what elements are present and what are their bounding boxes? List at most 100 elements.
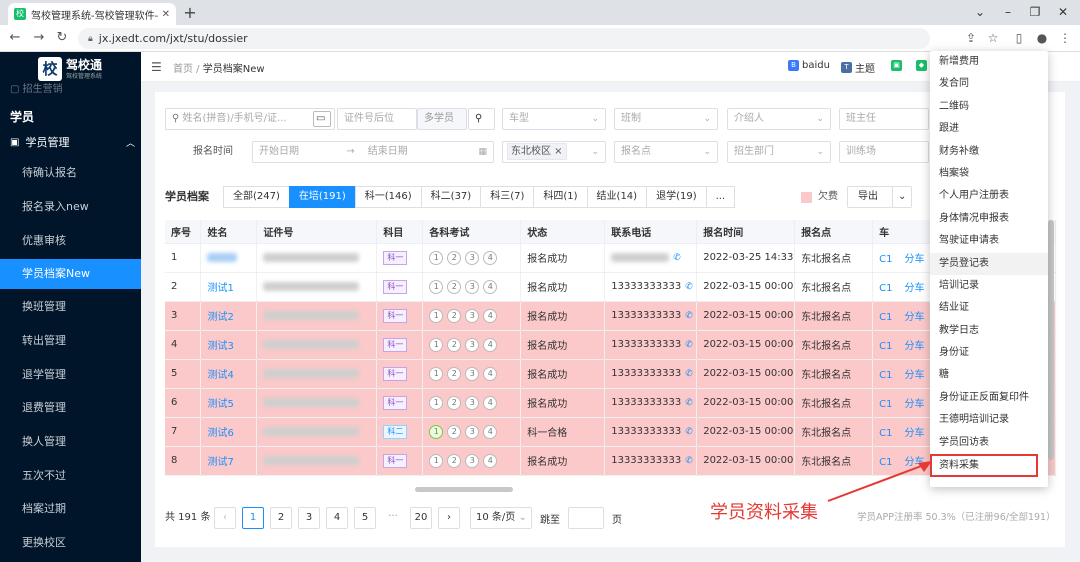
table-row[interactable]: 4 测试3 科一 1234 报名成功 13333333333 ✆ 2022-03-… — [165, 330, 1056, 360]
menu-item[interactable]: 跟进 — [930, 118, 1048, 140]
tab-subject3[interactable]: 科三(7) — [480, 186, 535, 208]
menu-item[interactable]: 教学日志 — [930, 320, 1048, 342]
assign-car-link[interactable]: 分车 — [905, 254, 925, 265]
assign-car-link[interactable]: 分车 — [905, 341, 925, 352]
new-tab-button[interactable]: + — [180, 3, 200, 23]
student-name-link[interactable]: 测试7 — [207, 457, 233, 468]
table-row[interactable]: 5 测试4 科一 1234 报名成功 13333333333 ✆ 2022-03-… — [165, 359, 1056, 389]
address-bar[interactable]: 🔒︎ jx.jxedt.com/jxt/stu/dossier — [78, 28, 930, 49]
menu-item[interactable]: 学员回访表 — [930, 432, 1048, 454]
phone-icon[interactable]: ✆ — [685, 340, 693, 350]
export-button[interactable]: 导出 — [847, 186, 893, 208]
sidebar-item[interactable]: 待确认报名 — [0, 158, 141, 188]
student-name-link[interactable]: 测试3 — [207, 341, 233, 352]
multi-student-button[interactable]: 多学员 — [417, 108, 467, 130]
phone-icon[interactable]: ✆ — [685, 369, 693, 379]
introducer-select[interactable]: 介绍人 ⌄ — [727, 108, 831, 130]
menu-item[interactable]: 糖 — [930, 364, 1048, 386]
menu-item[interactable]: 学员登记表 — [930, 252, 1048, 275]
student-name-link[interactable]: 测试1 — [207, 283, 233, 294]
tab-subject4[interactable]: 科四(1) — [533, 186, 588, 208]
training-field-select[interactable]: 训练场 — [839, 141, 929, 163]
vertical-scrollbar[interactable] — [1048, 220, 1054, 460]
student-name-link[interactable]: 测试4 — [207, 370, 233, 381]
page-size-select[interactable]: 10 条/页 ⌄ — [470, 507, 532, 529]
minimize-button[interactable]: – — [993, 3, 1023, 21]
menu-item[interactable]: 身体情况申报表 — [930, 208, 1048, 230]
menu-item[interactable]: 结业证 — [930, 297, 1048, 319]
table-row[interactable]: 1 科一 1234 报名成功 ✆ 2022-03-25 14:33 东北报名点 … — [165, 243, 1056, 273]
student-name-link[interactable]: 测试5 — [207, 399, 233, 410]
phone-icon[interactable]: ✆ — [673, 253, 681, 263]
car-type-select[interactable]: 车型 ⌄ — [502, 108, 606, 130]
menu-item[interactable]: 身份证 — [930, 342, 1048, 364]
assign-car-link[interactable]: 分车 — [905, 428, 925, 439]
sidebar-item[interactable]: 换人管理 — [0, 427, 141, 457]
close-window-button[interactable]: ✕ — [1048, 3, 1078, 21]
phone-icon[interactable]: ✆ — [685, 456, 693, 466]
menu-item[interactable]: 身份证正反面复印件 — [930, 387, 1048, 409]
tab-training[interactable]: 在培(191) — [288, 186, 356, 208]
sidebar-item[interactable]: 换班管理 — [0, 292, 141, 322]
campus-select[interactable]: 东北校区 × ⌄ — [502, 141, 606, 163]
sidebar-item[interactable]: 五次不过 — [0, 461, 141, 491]
tab-subject1[interactable]: 科一(146) — [354, 186, 422, 208]
phone-icon[interactable]: ✆ — [685, 427, 693, 437]
sidebar-item[interactable]: 更换校区 — [0, 528, 141, 558]
sidebar-item[interactable]: 转出管理 — [0, 326, 141, 356]
forward-icon[interactable]: → — [30, 29, 48, 47]
green-app-button[interactable]: ▣ — [891, 60, 905, 71]
menu-item[interactable]: 二维码 — [930, 96, 1048, 118]
phone-icon[interactable]: ✆ — [685, 282, 693, 292]
profile-icon[interactable]: ● — [1033, 29, 1051, 47]
page-ellipsis[interactable]: ··· — [382, 507, 404, 529]
menu-icon[interactable]: ⋮ — [1056, 29, 1074, 47]
date-range-input[interactable]: 开始日期 → 结束日期 ▦ — [252, 141, 494, 163]
reg-point-select[interactable]: 报名点 ⌄ — [614, 141, 718, 163]
page-button[interactable]: 5 — [354, 507, 376, 529]
menu-item[interactable]: 个人用户注册表 — [930, 185, 1048, 207]
reload-icon[interactable]: ↻ — [53, 29, 71, 47]
goto-input[interactable] — [568, 507, 604, 529]
tab-graduated[interactable]: 结业(14) — [586, 186, 648, 208]
tab-all[interactable]: 全部(247) — [223, 186, 290, 208]
table-row[interactable]: 6 测试5 科一 1234 报名成功 13333333333 ✆ 2022-03-… — [165, 388, 1056, 418]
menu-item[interactable]: 驾驶证申请表 — [930, 230, 1048, 252]
id-card-icon[interactable]: ▭ — [313, 111, 331, 127]
hamburger-icon[interactable]: ☰ — [151, 60, 162, 74]
page-button[interactable]: 20 — [410, 507, 432, 529]
phone-icon[interactable]: ✆ — [685, 311, 693, 321]
menu-item[interactable]: 新增费用 — [930, 51, 1048, 73]
sidebar-item[interactable]: 退费管理 — [0, 393, 141, 423]
class-type-select[interactable]: 班制 ⌄ — [614, 108, 718, 130]
sidebar-item[interactable]: 退学管理 — [0, 360, 141, 390]
search-icon[interactable]: ⚲ — [468, 108, 495, 130]
sidebar-item-marketing[interactable]: ▢ 招生营销 — [10, 80, 63, 95]
assign-car-link[interactable]: 分车 — [905, 370, 925, 381]
share-icon[interactable]: ⇪ — [962, 29, 980, 47]
browser-tab[interactable]: 校 驾校管理系统-驾校管理软件-驾... ✕ — [8, 3, 176, 25]
sidebar-item[interactable]: 报名录入new — [0, 192, 141, 222]
export-dropdown[interactable]: ⌄ — [892, 186, 912, 208]
menu-item[interactable]: 财务补缴 — [930, 141, 1048, 163]
table-row[interactable]: 2 测试1 科一 1234 报名成功 13333333333 ✆ 2022-03-… — [165, 272, 1056, 302]
shield-button[interactable]: ◆ — [916, 60, 930, 71]
student-name-link[interactable]: 测试2 — [207, 312, 233, 323]
table-row[interactable]: 3 测试2 科一 1234 报名成功 13333333333 ✆ 2022-03-… — [165, 301, 1056, 331]
breadcrumb-home[interactable]: 首页 — [173, 64, 193, 75]
page-button[interactable]: 2 — [270, 507, 292, 529]
menu-item[interactable]: 资料采集 — [930, 454, 1038, 478]
tab-more[interactable]: ... — [705, 186, 736, 208]
page-button[interactable]: 3 — [298, 507, 320, 529]
class-teacher-select[interactable]: 班主任 — [839, 108, 929, 130]
assign-car-link[interactable]: 分车 — [905, 312, 925, 323]
next-page-button[interactable]: › — [438, 507, 460, 529]
chevron-down-icon[interactable]: ⌄ — [965, 3, 995, 21]
sidebar-item-active[interactable]: 学员档案New — [0, 259, 141, 289]
menu-item[interactable]: 王德明培训记录 — [930, 409, 1048, 431]
sidebar-item[interactable]: 档案过期 — [0, 494, 141, 524]
sidepanel-icon[interactable]: ▯ — [1010, 29, 1028, 47]
horizontal-scrollbar[interactable] — [415, 487, 513, 492]
back-icon[interactable]: ← — [6, 29, 24, 47]
tab-subject2[interactable]: 科二(37) — [420, 186, 482, 208]
